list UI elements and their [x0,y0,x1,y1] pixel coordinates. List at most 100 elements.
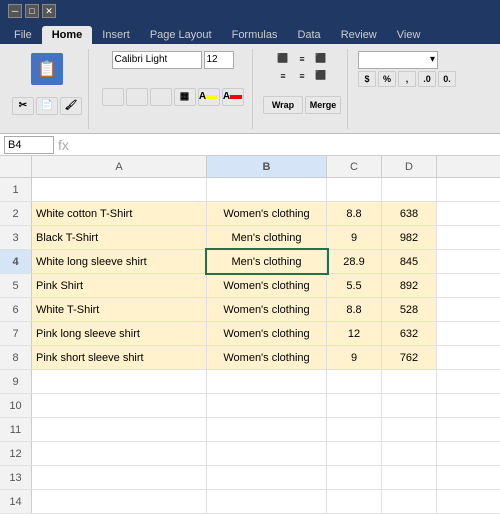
cell-c12[interactable] [327,442,382,465]
cell-a13[interactable] [32,466,207,489]
minimize-btn[interactable]: ─ [8,4,22,18]
cell-a12[interactable] [32,442,207,465]
cell-c14[interactable] [327,490,382,513]
format-painter-button[interactable]: 🖌 [60,97,82,115]
tab-view[interactable]: View [387,26,431,44]
bold-button[interactable] [102,88,124,106]
paste-button[interactable]: 📋 [27,51,67,87]
cell-c3[interactable]: 9 [327,226,382,249]
cell-b2[interactable]: Women's clothing [207,202,327,225]
cell-a4[interactable]: White long sleeve shirt [32,250,207,273]
tab-data[interactable]: Data [287,26,330,44]
cell-b4[interactable]: Men's clothing [207,250,327,273]
cell-d5[interactable]: 892 [382,274,437,297]
cell-d4[interactable]: 845 [382,250,437,273]
cell-c1[interactable] [327,178,382,201]
cell-c13[interactable] [327,466,382,489]
close-btn[interactable]: ✕ [42,4,56,18]
font-color-button[interactable]: A [222,88,244,106]
formula-input[interactable] [73,138,496,152]
cell-d1[interactable] [382,178,437,201]
increase-decimal-button[interactable]: .0 [418,71,436,87]
cell-b9[interactable] [207,370,327,393]
tab-review[interactable]: Review [331,26,387,44]
cell-b14[interactable] [207,490,327,513]
cell-b3[interactable]: Men's clothing [207,226,327,249]
cell-d8[interactable]: 762 [382,346,437,369]
cell-a5[interactable]: Pink Shirt [32,274,207,297]
tab-page-layout[interactable]: Page Layout [140,26,222,44]
cell-c2[interactable]: 8.8 [327,202,382,225]
cell-b10[interactable] [207,394,327,417]
cell-d2[interactable]: 638 [382,202,437,225]
maximize-btn[interactable]: □ [25,4,39,18]
percent-button[interactable]: % [378,71,396,87]
cell-b1[interactable] [207,178,327,201]
cell-c10[interactable] [327,394,382,417]
font-size-input[interactable] [204,51,234,69]
cell-d6[interactable]: 528 [382,298,437,321]
currency-button[interactable]: $ [358,71,376,87]
col-header-b[interactable]: B [207,156,327,177]
align-bottom-center-button[interactable]: ≡ [293,68,311,84]
cell-b5[interactable]: Women's clothing [207,274,327,297]
cell-b7[interactable]: Women's clothing [207,322,327,345]
number-format-dropdown[interactable]: ▾ [358,51,438,69]
cell-c7[interactable]: 12 [327,322,382,345]
col-header-d[interactable]: D [382,156,437,177]
cell-d13[interactable] [382,466,437,489]
cell-a9[interactable] [32,370,207,393]
align-top-center-button[interactable]: ≡ [293,51,311,67]
cell-c8[interactable]: 9 [327,346,382,369]
cell-b13[interactable] [207,466,327,489]
tab-file[interactable]: File [4,26,42,44]
cell-b11[interactable] [207,418,327,441]
align-top-right-button[interactable]: ⬛ [312,51,330,67]
italic-button[interactable] [126,88,148,106]
align-bottom-right-button[interactable]: ⬛ [312,68,330,84]
cut-button[interactable]: ✂ [12,97,34,115]
cell-a1[interactable] [32,178,207,201]
tab-insert[interactable]: Insert [92,26,140,44]
cell-b8[interactable]: Women's clothing [207,346,327,369]
cell-a14[interactable] [32,490,207,513]
merge-button[interactable]: Merge [305,96,341,114]
cell-d11[interactable] [382,418,437,441]
cell-d10[interactable] [382,394,437,417]
fill-color-button[interactable]: A [198,88,220,106]
cell-a2[interactable]: White cotton T-Shirt [32,202,207,225]
cell-d9[interactable] [382,370,437,393]
align-top-left-button[interactable]: ⬛ [274,51,292,67]
comma-button[interactable]: , [398,71,416,87]
cell-a10[interactable] [32,394,207,417]
col-header-a[interactable]: A [32,156,207,177]
font-name-input[interactable] [112,51,202,69]
cell-d3[interactable]: 982 [382,226,437,249]
border-button[interactable]: ▦ [174,88,196,106]
cell-c9[interactable] [327,370,382,393]
tab-formulas[interactable]: Formulas [222,26,288,44]
cell-d12[interactable] [382,442,437,465]
cell-b6[interactable]: Women's clothing [207,298,327,321]
cell-c6[interactable]: 8.8 [327,298,382,321]
cell-d7[interactable]: 632 [382,322,437,345]
align-bottom-left-button[interactable]: ≡ [274,68,292,84]
cell-a8[interactable]: Pink short sleeve shirt [32,346,207,369]
name-box[interactable] [4,136,54,154]
cell-b12[interactable] [207,442,327,465]
copy-button[interactable]: 📄 [36,97,58,115]
cell-a7[interactable]: Pink long sleeve shirt [32,322,207,345]
cell-c5[interactable]: 5.5 [327,274,382,297]
decrease-decimal-button[interactable]: 0. [438,71,456,87]
cell-a6[interactable]: White T-Shirt [32,298,207,321]
cell-a11[interactable] [32,418,207,441]
cell-a3[interactable]: Black T-Shirt [32,226,207,249]
underline-button[interactable] [150,88,172,106]
wrap-text-button[interactable]: Wrap [263,96,303,114]
cell-c11[interactable] [327,418,382,441]
cell-c4[interactable]: 28.9 [327,250,382,273]
col-header-c[interactable]: C [327,156,382,177]
row-number: 2 [0,202,32,225]
cell-d14[interactable] [382,490,437,513]
tab-home[interactable]: Home [42,26,93,44]
